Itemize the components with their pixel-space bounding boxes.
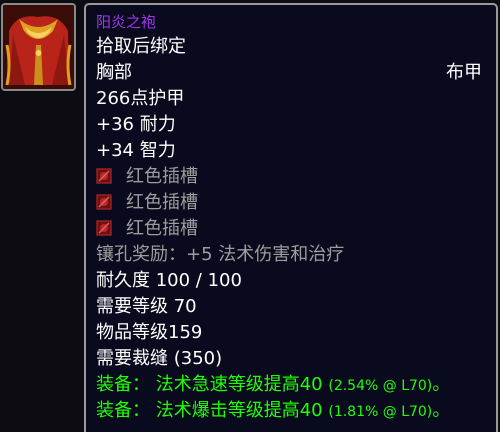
red-socket-icon: [96, 168, 112, 184]
equip-effect-text: 装备： 法术爆击等级提高40: [96, 400, 329, 421]
socket-row: 红色插槽: [96, 217, 482, 241]
required-level-text: 需要等级 70: [96, 296, 197, 317]
socket-row: 红色插槽: [96, 191, 482, 215]
item-level-text: 物品等级159: [96, 322, 203, 343]
armor-text: 266点护甲: [96, 88, 185, 109]
binding-text: 拾取后绑定: [96, 36, 186, 57]
equip-effect-crit: 装备： 法术爆击等级提高40 (1.81% @ L70)。: [96, 399, 482, 424]
socket-bonus-text: 镶孔奖励：+5 法术伤害和治疗: [96, 244, 345, 265]
slot-row: 胸部 布甲: [96, 61, 482, 85]
red-socket-icon: [96, 220, 112, 236]
equip-effect-end: 。: [432, 400, 451, 421]
equip-effect-text: 装备： 法术急速等级提高40: [96, 374, 329, 395]
socket-label: 红色插槽: [126, 218, 198, 239]
socket-row: 红色插槽: [96, 165, 482, 189]
equip-effect-end: 。: [432, 374, 451, 395]
socket-label: 红色插槽: [126, 192, 198, 213]
tooltip-scene: 阳炎之袍 拾取后绑定 胸部 布甲 266点护甲 +36 耐力 +34 智力 红色…: [0, 0, 500, 432]
required-skill-text: 需要裁缝 (350): [96, 348, 223, 369]
equip-effect-haste: 装备： 法术急速等级提高40 (2.54% @ L70)。: [96, 373, 482, 398]
socket-label: 红色插槽: [126, 166, 198, 187]
item-tooltip: 阳炎之袍 拾取后绑定 胸部 布甲 266点护甲 +36 耐力 +34 智力 红色…: [84, 3, 498, 432]
durability-text: 耐久度 100 / 100: [96, 270, 242, 291]
equip-effect-detail: (2.54% @ L70): [328, 378, 433, 394]
robe-icon[interactable]: [1, 3, 76, 91]
slot-text: 胸部: [96, 62, 132, 83]
equip-effect-detail: (1.81% @ L70): [328, 404, 433, 420]
red-socket-icon: [96, 194, 112, 210]
armor-type-text: 布甲: [446, 62, 482, 83]
item-name: 阳炎之袍: [96, 13, 157, 31]
stat-intellect: +34 智力: [96, 140, 176, 161]
stat-stamina: +36 耐力: [96, 114, 176, 135]
